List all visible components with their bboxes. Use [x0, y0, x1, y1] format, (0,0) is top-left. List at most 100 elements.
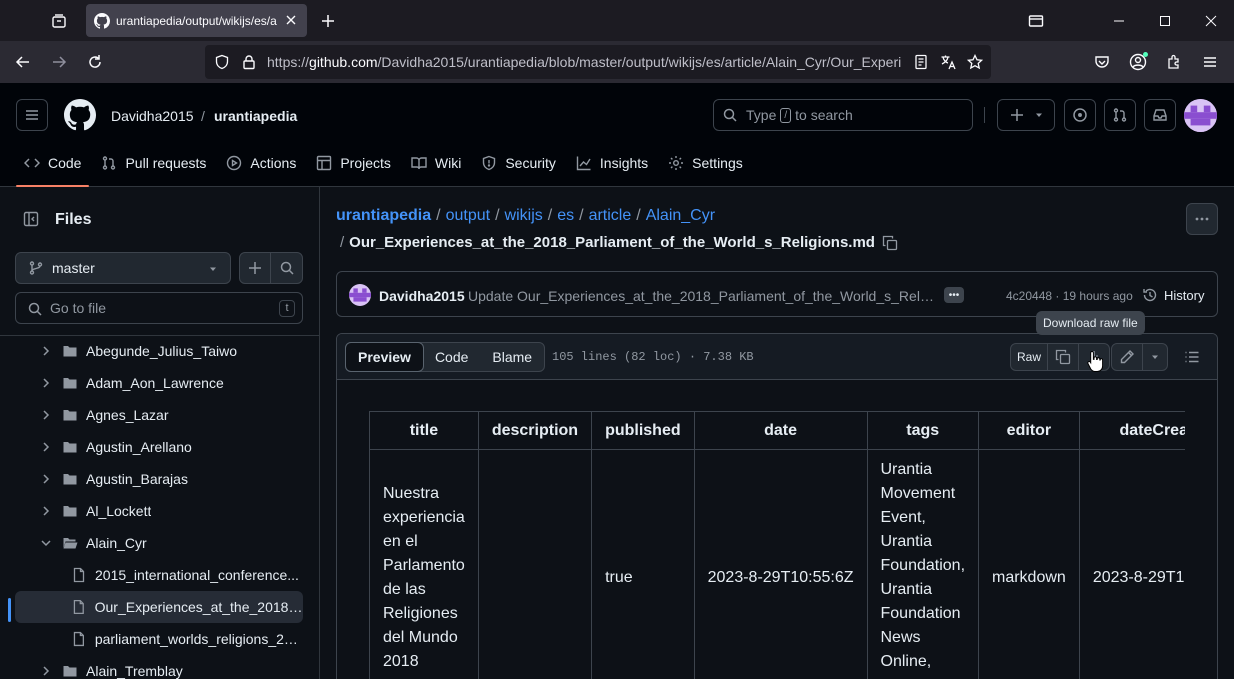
tab-settings[interactable]: Settings — [660, 139, 751, 187]
close-tab-icon[interactable] — [283, 12, 299, 28]
maximize-icon[interactable] — [1142, 0, 1188, 41]
file-icon — [73, 567, 85, 583]
close-window-icon[interactable] — [1188, 0, 1234, 41]
tree-item-folder[interactable]: Agnes_Lazar — [38, 399, 328, 431]
tree-item-folder[interactable]: Al_Lockett — [38, 495, 328, 527]
files-title: Files — [55, 211, 92, 228]
frontmatter-table: title description published date tags ed… — [369, 411, 1185, 679]
reader-view-icon[interactable] — [913, 54, 929, 70]
table-header: tags — [866, 411, 979, 450]
breadcrumb-link[interactable]: output — [446, 207, 490, 224]
tab-overview-icon[interactable] — [47, 9, 71, 33]
tree-item-label: parliament_worlds_religions_20... — [94, 631, 301, 647]
book-icon — [411, 157, 427, 170]
table-header: description — [477, 411, 593, 450]
breadcrumb-separator: / — [340, 234, 345, 251]
hamburger-menu-icon[interactable] — [16, 99, 48, 131]
tab-projects[interactable]: Projects — [308, 139, 399, 187]
tab-insights[interactable]: Insights — [568, 139, 656, 187]
tree-item-file[interactable]: parliament_worlds_religions_20... — [71, 623, 301, 655]
reload-icon[interactable] — [83, 50, 107, 74]
chevron-right-icon — [43, 410, 50, 420]
tab-wiki[interactable]: Wiki — [403, 139, 469, 187]
browser-tab[interactable]: urantiapedia/output/wikijs/es/a — [86, 4, 307, 37]
download-tooltip: Download raw file — [1036, 311, 1145, 335]
avatar[interactable] — [1184, 99, 1217, 132]
search-input[interactable]: Type / to search — [713, 99, 973, 131]
triangle-down-icon — [210, 267, 216, 271]
repo-name-link[interactable]: urantiapedia — [214, 108, 297, 124]
search-shortcut-key: / — [780, 107, 792, 123]
url-prefix: https:// — [267, 54, 310, 70]
tree-item-label: 2015_international_conference... — [95, 567, 299, 583]
repo-owner-link[interactable]: Davidha2015 — [111, 108, 194, 124]
pocket-icon[interactable] — [1090, 50, 1114, 74]
tree-item-folder[interactable]: Agustin_Arellano — [38, 431, 328, 463]
shield-tracking-icon[interactable] — [214, 54, 230, 70]
tab-code[interactable]: Code — [16, 139, 90, 187]
breadcrumb-separator: / — [579, 207, 584, 224]
tree-item-folder[interactable]: Alain_Tremblay — [38, 655, 328, 679]
tab-pull-requests[interactable]: Pull requests — [93, 139, 214, 187]
commit-author-avatar[interactable] — [349, 284, 371, 306]
table-cell-date: 2023-8-29T10:55:6Z — [693, 449, 868, 679]
commit-expand-button[interactable]: ••• — [944, 287, 964, 303]
breadcrumb-separator: / — [436, 207, 441, 224]
tab-actions[interactable]: Actions — [218, 139, 304, 187]
add-file-icon[interactable] — [240, 253, 272, 283]
tree-item-file-selected[interactable]: Our_Experiences_at_the_2018_... — [15, 591, 303, 623]
url-host: github.com — [309, 54, 378, 70]
tree-item-folder[interactable]: Agustin_Barajas — [38, 463, 328, 495]
commit-message[interactable]: Update Our_Experiences_at_the_2018_Parli… — [468, 288, 934, 304]
go-to-file-input[interactable]: Go to file t — [15, 292, 303, 324]
lock-icon[interactable] — [241, 54, 257, 70]
commit-author[interactable]: Davidha2015 — [379, 288, 465, 304]
breadcrumb-link[interactable]: article — [589, 207, 632, 224]
url-path: /Davidha2015/urantiapedia/blob/master/ou… — [377, 54, 902, 70]
pull-requests-header-icon[interactable] — [1104, 99, 1136, 131]
bookmark-star-icon[interactable] — [967, 54, 983, 70]
pull-request-icon — [103, 156, 116, 170]
tree-item-folder[interactable]: Abegunde_Julius_Taiwo — [38, 335, 328, 367]
breadcrumb-link[interactable]: es — [557, 207, 574, 224]
breadcrumb-link[interactable]: Alain_Cyr — [646, 207, 715, 224]
menu-icon[interactable] — [1198, 50, 1222, 74]
tree-item-folder-open[interactable]: Alain_Cyr — [38, 527, 328, 559]
tree-item-file[interactable]: 2015_international_conference... — [71, 559, 301, 591]
translate-icon[interactable] — [940, 54, 956, 70]
search-icon — [723, 108, 737, 122]
tree-item-label: Agustin_Arellano — [86, 439, 192, 455]
history-button[interactable]: History — [1142, 287, 1204, 303]
create-new-button[interactable] — [997, 99, 1055, 131]
minimize-icon[interactable] — [1096, 0, 1142, 41]
tree-item-label: Agnes_Lazar — [86, 407, 169, 423]
tree-item-folder[interactable]: Adam_Aon_Lawrence — [38, 367, 328, 399]
breadcrumb-link[interactable]: wikijs — [505, 207, 543, 224]
branch-selector[interactable]: master — [15, 252, 231, 284]
graph-icon — [576, 156, 591, 171]
extensions-icon[interactable] — [1162, 50, 1186, 74]
back-icon[interactable] — [11, 50, 35, 74]
forward-icon[interactable] — [47, 50, 71, 74]
account-icon[interactable] — [1126, 50, 1150, 74]
url-text[interactable]: https://github.com/Davidha2015/urantiape… — [267, 54, 907, 70]
collapse-sidebar-icon[interactable] — [16, 204, 46, 234]
commit-hash-time[interactable]: 4c20448 · 19 hours ago — [1006, 289, 1133, 303]
issues-icon[interactable] — [1064, 99, 1096, 131]
copy-path-icon[interactable] — [882, 235, 898, 251]
more-options-icon[interactable] — [1186, 203, 1218, 235]
github-logo-icon[interactable] — [64, 99, 96, 131]
account-badge — [1143, 52, 1148, 57]
new-tab-icon[interactable] — [316, 9, 340, 33]
tab-label: Pull requests — [125, 155, 207, 171]
breadcrumb-repo-link[interactable]: urantiapedia — [336, 207, 431, 224]
table-header: date — [693, 411, 868, 450]
tab-security[interactable]: Security — [473, 139, 564, 187]
url-bar[interactable]: https://github.com/Davidha2015/urantiape… — [205, 45, 991, 79]
table-header: title — [369, 411, 479, 450]
folder-icon — [63, 506, 77, 517]
tab-label: Code — [48, 155, 82, 171]
search-files-icon[interactable] — [271, 253, 302, 283]
inbox-icon[interactable] — [1144, 99, 1176, 131]
list-all-tabs-icon[interactable] — [1024, 9, 1048, 33]
